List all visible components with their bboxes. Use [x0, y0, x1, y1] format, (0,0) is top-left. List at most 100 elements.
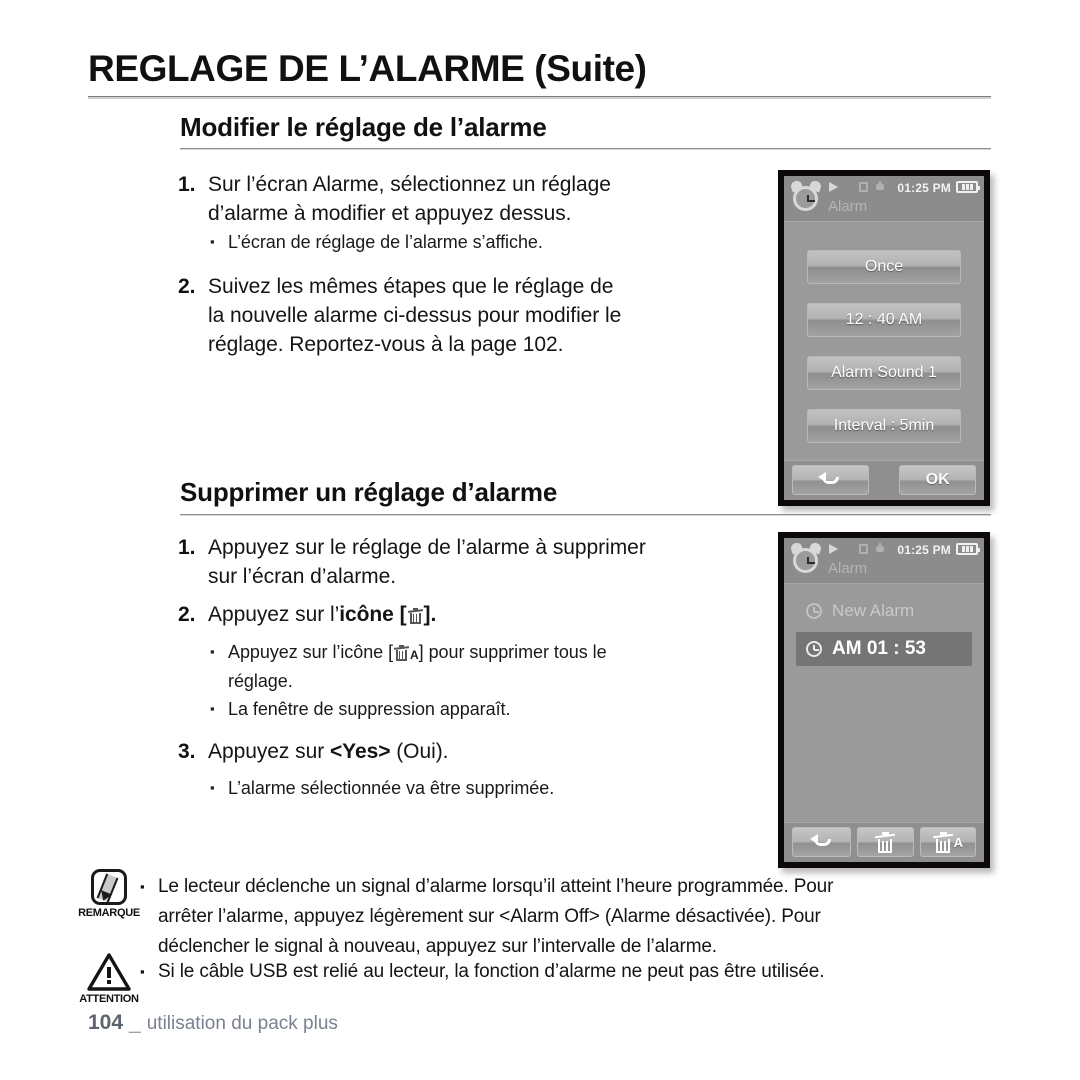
bullet-label: L’écran de réglage de l’alarme s’affiche…: [228, 232, 543, 252]
trash-all-icon: [932, 831, 953, 853]
step-line-2: la nouvelle alarme ci-dessus pour modifi…: [208, 304, 622, 327]
note-attention: ▪ Si le câble USB est relié au lecteur, …: [140, 957, 1020, 987]
device-mockup-alarm-list: 01:25 PM Alarm New Alarm AM 01 : 53 A: [778, 532, 990, 868]
step-1-modifier: 1. Sur l’écran Alarme, sélectionnez un r…: [178, 170, 758, 228]
page-footer: 104 _ utilisation du pack plus: [88, 1011, 338, 1035]
section-rule-supprimer: [180, 514, 991, 516]
step-text-pre: Appuyez sur l’: [208, 603, 340, 626]
bullet-marker: ▪: [210, 234, 215, 249]
screen-title: Alarm: [828, 198, 868, 215]
step-line-2: sur l’écran d’alarme.: [208, 565, 397, 588]
play-icon: [829, 182, 838, 192]
device-softkey-bar: A: [784, 822, 984, 862]
bullet-alarme-supprimee: ▪ L’alarme sélectionnée va être supprimé…: [210, 775, 770, 801]
page-title: REGLAGE DE L’ALARME (Suite): [88, 48, 647, 89]
step-text-bold-close: ].: [423, 603, 437, 626]
battery-icon: [956, 181, 980, 193]
ok-softkey[interactable]: OK: [899, 465, 977, 495]
bullet-label: Appuyez sur l’icône [ A] pour supprimer …: [228, 639, 607, 694]
alarm-clock-icon: [789, 179, 823, 214]
bullet-label: La fenêtre de suppression apparaît.: [228, 699, 511, 719]
bullet-fenetre-suppression: ▪ La fenêtre de suppression apparaît.: [210, 696, 770, 722]
step-body: Suivez les mêmes étapes que le réglage d…: [208, 272, 621, 359]
back-softkey[interactable]: [792, 827, 852, 857]
step-number: 2.: [178, 603, 196, 626]
back-arrow-icon: [809, 833, 834, 851]
page-title-rule: [88, 96, 991, 99]
step-body: Sur l’écran Alarme, sélectionnez un régl…: [208, 170, 611, 228]
play-icon: [829, 544, 838, 554]
step-number: 1.: [178, 536, 196, 559]
note-icon-label: ATTENTION: [79, 993, 139, 1005]
bullet-marker: ▪: [210, 644, 215, 659]
step-line-3: réglage. Reportez-vous à la page 102.: [208, 333, 564, 356]
delete-softkey[interactable]: [857, 827, 914, 857]
trash-icon: [407, 608, 423, 624]
step-line-1: Sur l’écran Alarme, sélectionnez un régl…: [208, 173, 611, 196]
step-body: Appuyez sur le réglage de l’alarme à sup…: [208, 533, 646, 591]
bullet-text-pre: Appuyez sur l’icône [: [228, 642, 394, 662]
delete-all-subscript: A: [953, 834, 963, 850]
device-status-bar: 01:25 PM Alarm: [784, 538, 984, 584]
step-text-bold: <Yes>: [329, 740, 391, 763]
step-text-post: (Oui).: [390, 740, 449, 763]
bullet-marker: ▪: [210, 701, 215, 716]
battery-icon: [956, 543, 980, 555]
section-heading-modifier: Modifier le réglage de l’alarme: [180, 112, 547, 142]
bullet-marker: ▪: [140, 964, 145, 979]
step-2-supprimer: 2. Appuyez sur l’icône [ ].: [178, 600, 778, 629]
note-text: Le lecteur déclenche un signal d’alarme …: [158, 872, 833, 962]
trash-icon: [875, 831, 896, 853]
back-arrow-icon: [818, 471, 842, 489]
bullet-supprimer-tous: ▪ Appuyez sur l’icône [ A] pour supprime…: [210, 639, 770, 694]
step-line-2: d’alarme à modifier et appuyez dessus.: [208, 202, 572, 225]
device-screen: 01:25 PM Alarm Once 12 : 40 AM Alarm Sou…: [784, 176, 984, 500]
list-item-new-alarm[interactable]: New Alarm: [796, 594, 972, 628]
warning-triangle-icon: [87, 953, 131, 991]
alarm-clock-icon: [789, 541, 823, 576]
step-text-bold-open: icône [: [339, 603, 407, 626]
list-item-label: AM 01 : 53: [832, 638, 926, 659]
note-line-1: Le lecteur déclenche un signal d’alarme …: [158, 876, 834, 897]
alarm-repeat-button[interactable]: Once: [807, 250, 961, 284]
usb-icon: [859, 182, 868, 192]
step-number: 3.: [178, 740, 196, 763]
footer-section-label: utilisation du pack plus: [146, 1013, 338, 1034]
device-screen: 01:25 PM Alarm New Alarm AM 01 : 53 A: [784, 538, 984, 862]
back-softkey[interactable]: [792, 465, 869, 495]
trash-all-subscript: A: [410, 648, 419, 662]
step-line-1: Suivez les mêmes étapes que le réglage d…: [208, 275, 614, 298]
step-number: 1.: [178, 173, 196, 196]
device-status-bar: 01:25 PM Alarm: [784, 176, 984, 222]
step-3-supprimer: 3. Appuyez sur <Yes> (Oui).: [178, 737, 778, 766]
alarm-time-button[interactable]: 12 : 40 AM: [807, 303, 961, 337]
bell-icon: [875, 543, 885, 554]
bullet-label: L’alarme sélectionnée va être supprimée.: [228, 778, 555, 798]
delete-all-softkey[interactable]: A: [919, 827, 976, 857]
usb-icon: [859, 544, 868, 554]
footer-separator: _: [129, 1011, 141, 1034]
clock-icon: [806, 603, 822, 619]
section-heading-supprimer: Supprimer un réglage d’alarme: [180, 477, 558, 507]
step-2-modifier: 2. Suivez les mêmes étapes que le réglag…: [178, 272, 758, 359]
bell-icon: [875, 181, 885, 192]
bullet-text-post: ] pour supprimer tous le: [418, 642, 607, 662]
list-item-label: New Alarm: [832, 601, 915, 620]
step-number: 2.: [178, 275, 196, 298]
status-time: 01:25 PM: [897, 543, 951, 557]
list-item-alarm-selected[interactable]: AM 01 : 53: [796, 632, 972, 666]
clock-icon: [806, 641, 822, 657]
pencil-icon: [91, 869, 127, 905]
trash-all-icon: [393, 645, 410, 661]
screen-title: Alarm: [828, 560, 868, 577]
bullet-marker: ▪: [210, 780, 215, 795]
page-number: 104: [88, 1011, 124, 1034]
status-time: 01:25 PM: [897, 181, 951, 195]
device-screen-body: New Alarm AM 01 : 53 A: [784, 584, 984, 862]
alarm-interval-button[interactable]: Interval : 5min: [807, 409, 961, 443]
note-line-3: déclencher le signal à nouveau, appuyez …: [158, 936, 717, 957]
note-text: Si le câble USB est relié au lecteur, la…: [158, 957, 825, 987]
section-rule-modifier: [180, 148, 991, 150]
device-screen-body: Once 12 : 40 AM Alarm Sound 1 Interval :…: [784, 222, 984, 500]
alarm-sound-button[interactable]: Alarm Sound 1: [807, 356, 961, 390]
